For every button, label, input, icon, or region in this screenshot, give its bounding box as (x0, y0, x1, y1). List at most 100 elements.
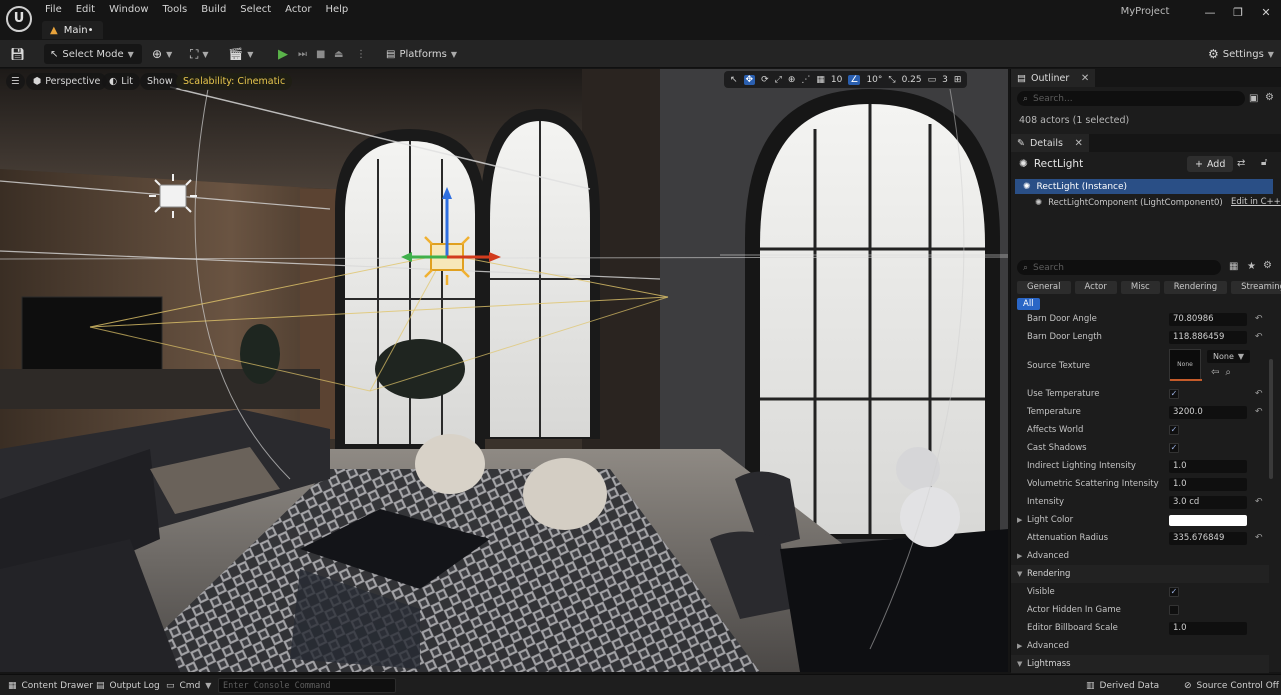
indirect-lighting-input[interactable]: 1.0 (1169, 459, 1247, 473)
reset-arrow-icon[interactable]: ↶ (1255, 314, 1263, 324)
menu-edit[interactable]: Edit (69, 2, 102, 18)
filter-tab-actor[interactable]: Actor (1074, 281, 1117, 294)
source-texture-thumbnail[interactable]: None (1169, 349, 1202, 381)
details-scrollbar[interactable] (1269, 359, 1273, 479)
filter-tab-general[interactable]: General (1017, 281, 1071, 294)
close-icon[interactable]: ✕ (1081, 73, 1089, 84)
lock-icon[interactable]: 🔓︎ (1261, 157, 1267, 168)
select-arrow-icon[interactable]: ↖ (730, 75, 738, 85)
menu-build[interactable]: Build (194, 2, 233, 18)
actor-hidden-checkbox[interactable] (1169, 605, 1179, 615)
browse-asset-icon[interactable]: ⌕ (1225, 367, 1231, 378)
barn-door-angle-input[interactable]: 70.80986 (1169, 312, 1247, 326)
gear-icon[interactable]: ⚙ (1263, 260, 1272, 271)
barn-door-length-input[interactable]: 118.886459 (1169, 330, 1247, 344)
section-rendering[interactable]: ▼ Rendering (1011, 565, 1269, 583)
stop-button[interactable]: ■ (316, 44, 325, 64)
attenuation-radius-input[interactable]: 335.676849 (1169, 531, 1247, 545)
layout-icon[interactable]: ⊞ (954, 75, 962, 85)
filter-tab-rendering[interactable]: Rendering (1163, 281, 1228, 294)
world-space-icon[interactable]: ⊕ (788, 75, 796, 85)
scene-render[interactable] (0, 69, 1008, 672)
use-temperature-checkbox[interactable]: ✓ (1169, 389, 1179, 399)
component-row-instance[interactable]: ✺ RectLight (Instance) (1015, 179, 1273, 194)
rotation-snap-icon[interactable]: ∠ (848, 74, 861, 85)
cmd-dropdown[interactable]: ▭ Cmd ▼ (166, 678, 211, 693)
scale-snap-value[interactable]: 0.25 (902, 75, 922, 85)
filter-tab-misc[interactable]: Misc (1120, 281, 1160, 294)
save-button[interactable]: 💾︎ (10, 44, 25, 64)
add-component-button[interactable]: + Add (1187, 156, 1234, 172)
volumetric-scattering-input[interactable]: 1.0 (1169, 477, 1247, 491)
outliner-search[interactable]: ⌕ (1017, 91, 1245, 106)
temperature-input[interactable]: 3200.0 (1169, 405, 1247, 419)
light-color-swatch[interactable] (1169, 514, 1247, 526)
component-row-child[interactable]: ✺ RectLightComponent (LightComponent0) (1035, 195, 1223, 210)
reset-arrow-icon[interactable]: ↶ (1255, 407, 1263, 417)
derived-data-button[interactable]: ▥ Derived Data (1086, 678, 1159, 693)
unreal-logo-icon[interactable]: U (6, 6, 32, 32)
menu-window[interactable]: Window (102, 2, 155, 18)
console-command-input[interactable] (219, 679, 389, 692)
menu-file[interactable]: File (38, 2, 69, 18)
translate-icon[interactable]: ✥ (743, 74, 756, 85)
star-icon[interactable]: ★ (1247, 261, 1256, 272)
reset-arrow-icon[interactable]: ↶ (1255, 497, 1263, 507)
cinematics-button[interactable]: 🎬︎ ▼ (228, 44, 253, 64)
collapse-arrow-icon[interactable]: ▼ (1017, 660, 1022, 668)
expand-arrow-icon[interactable]: ▶ (1017, 516, 1022, 524)
outliner-search-input[interactable] (1033, 93, 1184, 104)
minimize-icon[interactable]: — (1196, 4, 1224, 22)
menu-actor[interactable]: Actor (278, 2, 318, 18)
expand-arrow-icon[interactable]: ▶ (1017, 552, 1022, 560)
grid-size-value[interactable]: 10 (831, 75, 842, 85)
menu-select[interactable]: Select (233, 2, 278, 18)
console-command-box[interactable] (218, 678, 396, 693)
surface-snap-icon[interactable]: ⋰ (801, 75, 810, 85)
scalability-dropdown[interactable]: Scalability: Cinematic (176, 73, 293, 90)
camera-speed-value[interactable]: 3 (942, 75, 948, 85)
menu-help[interactable]: Help (318, 2, 355, 18)
view-mode-dropdown[interactable]: ◐ Lit (102, 73, 140, 90)
output-log-button[interactable]: ▤ Output Log (96, 678, 160, 693)
expand-arrow-icon[interactable]: ▶ (1017, 642, 1022, 650)
reset-arrow-icon[interactable]: ↶ (1255, 389, 1263, 399)
folder-add-icon[interactable]: ▣ (1249, 93, 1258, 104)
eject-button[interactable]: ⏏ (334, 44, 343, 64)
play-options-button[interactable]: ⋮ (356, 44, 366, 64)
close-icon[interactable]: ✕ (1075, 138, 1083, 149)
rotate-icon[interactable]: ⟳ (761, 75, 769, 85)
maximize-icon[interactable]: ❐ (1224, 4, 1252, 22)
affects-world-checkbox[interactable]: ✓ (1169, 425, 1179, 435)
content-drawer-button[interactable]: ▦ Content Drawer (8, 678, 93, 693)
reset-arrow-icon[interactable]: ↶ (1255, 533, 1263, 543)
outliner-tab[interactable]: ▤ Outliner ✕ (1011, 69, 1096, 87)
billboard-scale-input[interactable]: 1.0 (1169, 621, 1247, 635)
scale-snap-icon[interactable]: ⤡ (888, 75, 895, 85)
source-texture-dropdown[interactable]: None ▼ (1207, 350, 1251, 363)
filter-tab-streaming[interactable]: Streaming (1231, 281, 1281, 294)
level-tab[interactable]: ▲ Main• (42, 21, 104, 39)
cast-shadows-checkbox[interactable]: ✓ (1169, 443, 1179, 453)
select-mode-dropdown[interactable]: ↖ Select Mode ▼ (44, 44, 142, 64)
filter-tab-all[interactable]: All (1017, 298, 1040, 310)
level-viewport[interactable]: ☰ ⬢ Perspective ◐ Lit Show Scalability: … (0, 69, 1008, 672)
scale-icon[interactable]: ⤢ (775, 75, 782, 85)
close-icon[interactable]: ✕ (1252, 4, 1280, 22)
reset-arrow-icon[interactable]: ↶ (1255, 332, 1263, 342)
viewport-menu-button[interactable]: ☰ (6, 73, 25, 90)
collapse-arrow-icon[interactable]: ▼ (1017, 570, 1022, 578)
details-search[interactable]: ⌕ (1017, 260, 1221, 275)
visible-checkbox[interactable]: ✓ (1169, 587, 1179, 597)
show-dropdown[interactable]: Show (140, 73, 180, 90)
menu-tools[interactable]: Tools (156, 2, 195, 18)
table-view-icon[interactable]: ▦ (1229, 261, 1238, 272)
platforms-dropdown[interactable]: ▤ Platforms ▼ (386, 44, 457, 64)
gear-icon[interactable]: ⚙ (1265, 92, 1274, 103)
prop-advanced-rendering[interactable]: ▶ Advanced (1011, 637, 1269, 655)
section-lightmass[interactable]: ▼ Lightmass (1011, 655, 1269, 673)
perspective-dropdown[interactable]: ⬢ Perspective (26, 73, 108, 90)
settings-dropdown[interactable]: ⚙ Settings ▼ (1208, 44, 1274, 64)
intensity-input[interactable]: 3.0 cd (1169, 495, 1247, 509)
source-control-button[interactable]: ⊘ Source Control Off (1184, 678, 1279, 693)
